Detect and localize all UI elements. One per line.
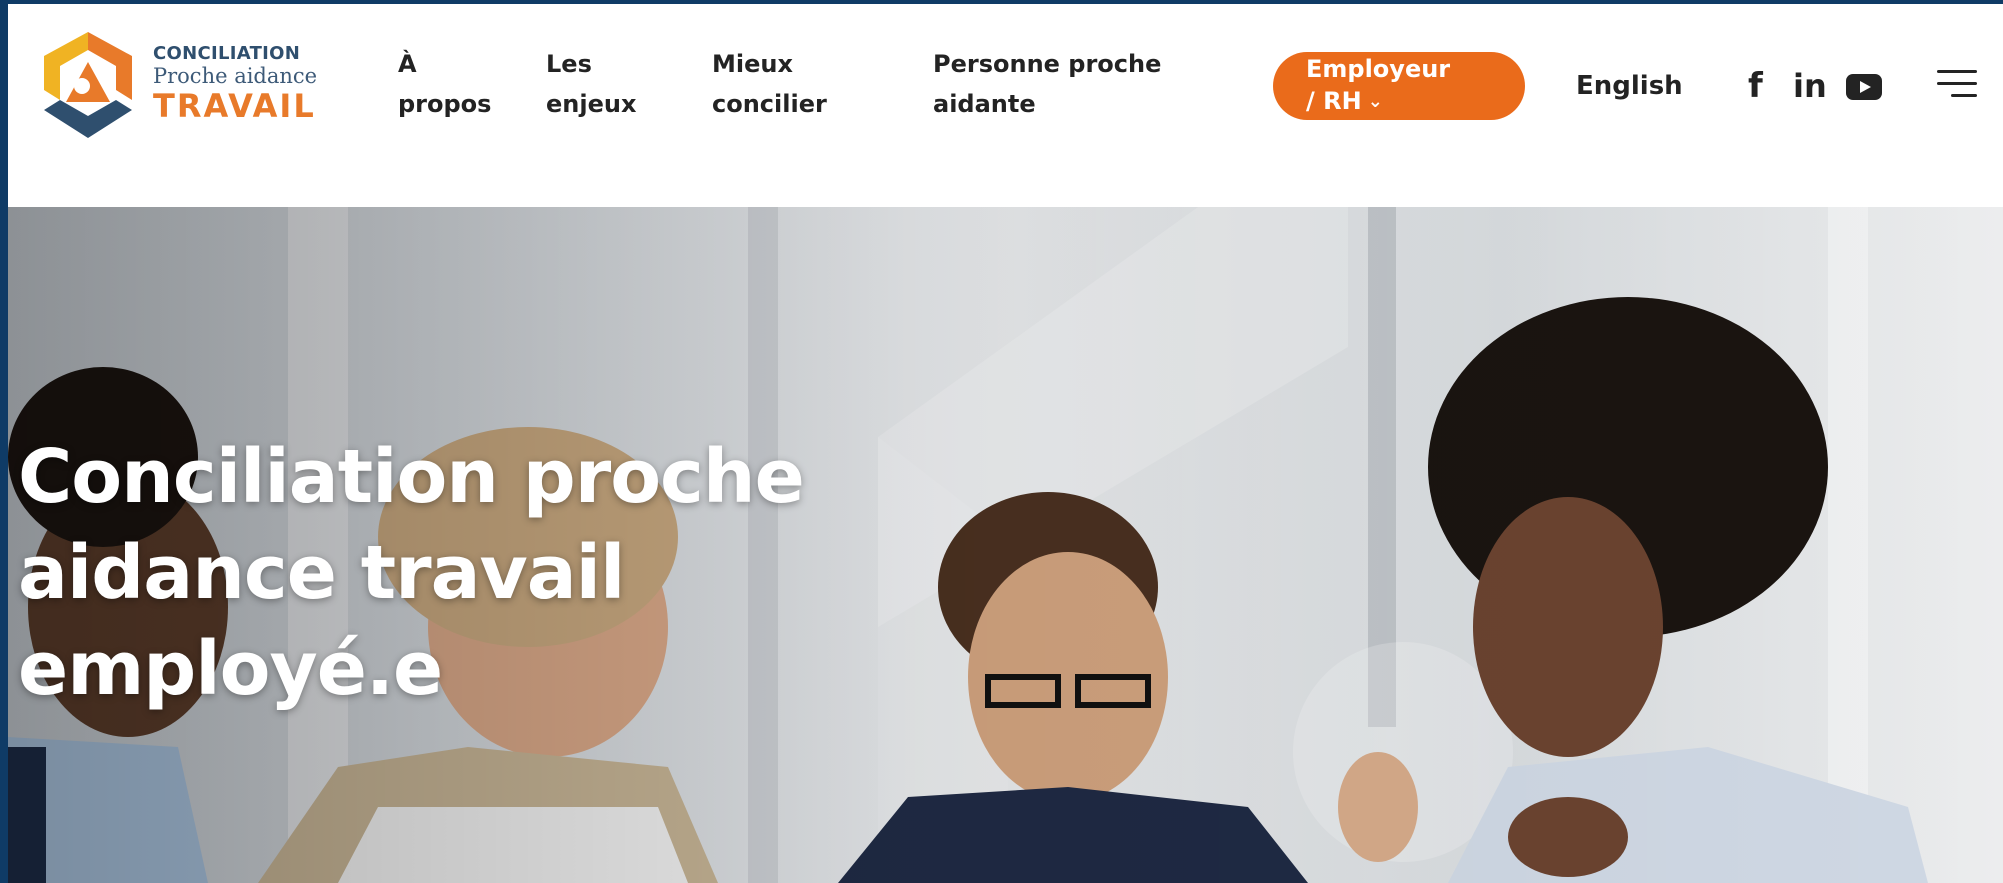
nav-label-line2: propos (398, 90, 492, 118)
facebook-icon: f (1748, 66, 1763, 106)
nav-label-line1: Personne proche (933, 50, 1162, 78)
nav-item-reconcile[interactable]: Mieux concilier (712, 44, 827, 124)
nav-label-line2: aidante (933, 90, 1036, 118)
nav-item-caregiver[interactable]: Personne proche aidante (933, 44, 1161, 124)
hero-banner: Conciliation proche aidance travail empl… (8, 207, 2003, 883)
language-switch-link[interactable]: English (1576, 66, 1683, 106)
nav-label-line1: À (398, 50, 417, 78)
logo-wordmark: CONCILIATION Proche aidance TRAVAIL (153, 43, 318, 125)
logo-line-conciliation: CONCILIATION (153, 43, 301, 64)
nav-label-line2: concilier (712, 90, 827, 118)
nav-label-line1: Les (546, 50, 592, 78)
linkedin-link[interactable]: in (1793, 66, 1833, 106)
logo-line-travail: TRAVAIL (153, 87, 316, 125)
hero-title-line2: aidance travail (18, 530, 625, 616)
youtube-link[interactable] (1846, 74, 1882, 100)
linkedin-icon: in (1793, 67, 1827, 105)
cta-label-line1: Employeur (1306, 55, 1451, 83)
logo-line-proche-aidance: Proche aidance (153, 64, 318, 88)
cta-label-text: / RH (1306, 87, 1362, 115)
chevron-down-icon: ⌄ (1367, 91, 1383, 112)
hero-title: Conciliation proche aidance travail empl… (18, 429, 918, 717)
nav-label-line2: enjeux (546, 90, 637, 118)
employer-hr-button[interactable]: Employeur / RH ⌄ (1273, 52, 1525, 120)
hero-title-line3: employé.e (18, 626, 443, 712)
hero-title-line1: Conciliation proche (18, 434, 805, 520)
logo-mark-icon (44, 32, 132, 138)
nav-label-line1: Mieux (712, 50, 793, 78)
nav-item-about[interactable]: À propos (398, 44, 491, 124)
hamburger-menu-button[interactable] (1933, 68, 1977, 100)
page: CONCILIATION Proche aidance TRAVAIL À pr… (8, 4, 2003, 883)
nav-item-issues[interactable]: Les enjeux (546, 44, 636, 124)
site-logo[interactable]: CONCILIATION Proche aidance TRAVAIL (36, 28, 326, 148)
youtube-icon (1846, 74, 1882, 100)
site-header: CONCILIATION Proche aidance TRAVAIL À pr… (8, 4, 2003, 207)
facebook-link[interactable]: f (1748, 66, 1772, 106)
cta-label-line2: / RH ⌄ (1306, 84, 1383, 119)
